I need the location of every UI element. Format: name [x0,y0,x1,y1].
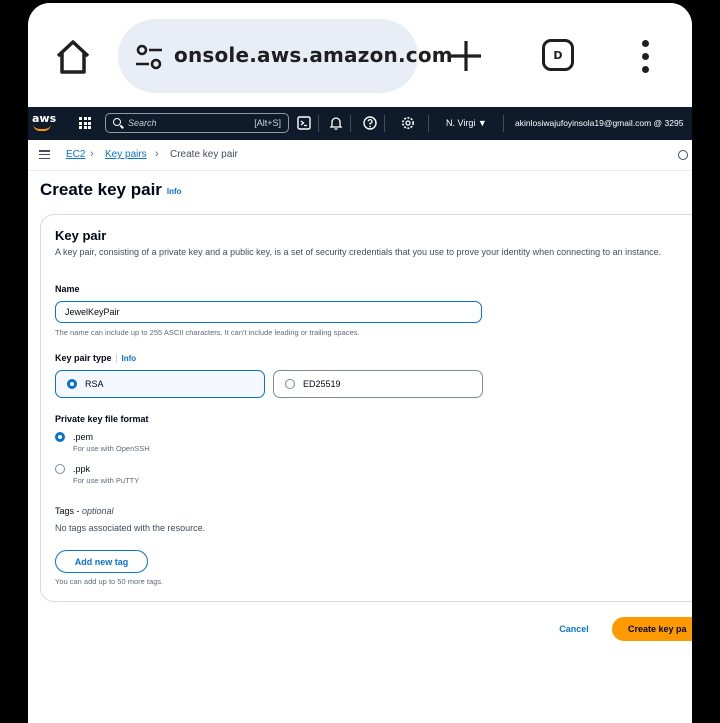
tag-limit-hint: You can add up to 50 more tags. [55,577,164,586]
key-pair-type-label: Key pair type Info [55,353,137,363]
services-grid-icon[interactable] [79,117,91,129]
page-title: Create key pair Info [40,180,182,200]
key-type-rsa-label: RSA [85,379,104,389]
home-icon[interactable] [54,38,92,76]
tags-label-text: Tags - [55,506,83,516]
search-shortcut: [Alt+S] [254,118,281,128]
name-hint: The name can include up to 255 ASCII cha… [55,328,360,337]
cloudshell-icon[interactable] [296,115,312,131]
help-icon[interactable] [362,115,378,131]
key-pair-panel: Key pair A key pair, consisting of a pri… [40,214,692,602]
preferences-icon[interactable] [678,150,688,160]
section-heading: Key pair [55,228,107,243]
chevron-right-icon: › [155,148,159,160]
chevron-right-icon: › [90,148,94,160]
key-pair-name-input[interactable] [55,301,482,323]
format-option-ppk[interactable]: .ppk For use with PuTTY [55,463,139,486]
breadcrumb: EC2 › Key pairs › Create key pair [28,140,692,171]
new-tab-icon[interactable] [448,38,484,74]
tags-label: Tags - optional [55,506,114,516]
aws-search-input[interactable] [128,116,228,130]
breadcrumb-key-pairs[interactable]: Key pairs [105,149,147,160]
tags-optional: optional [82,506,114,516]
section-description: A key pair, consisting of a private key … [55,247,662,257]
format-pem-sub: For use with OpenSSH [73,444,150,453]
cancel-button[interactable]: Cancel [546,618,602,640]
key-pair-type-text: Key pair type [55,353,112,363]
site-settings-icon[interactable] [134,43,164,71]
add-new-tag-button[interactable]: Add new tag [55,550,148,573]
radio-unselected-icon[interactable] [285,379,295,389]
aws-smile-icon [33,124,51,131]
settings-gear-icon[interactable] [400,115,416,131]
create-key-pair-button[interactable]: Create key pa [612,617,692,641]
search-icon [113,118,121,126]
phone-screen: onsole.aws.amazon.com D aws [Alt+S] [28,3,692,723]
format-pem-label: .pem [73,432,94,442]
page-title-text: Create key pair [40,180,162,199]
notifications-bell-icon[interactable] [328,115,344,131]
name-label: Name [55,284,80,294]
more-menu-icon[interactable] [642,40,650,74]
key-type-info-link[interactable]: Info [115,354,137,363]
tab-switcher-icon[interactable]: D [542,39,574,71]
url-text[interactable]: onsole.aws.amazon.com [174,43,453,67]
format-option-pem[interactable]: .pem For use with OpenSSH [55,431,150,454]
radio-selected-icon[interactable] [67,379,77,389]
tags-empty-text: No tags associated with the resource. [55,523,206,533]
account-menu[interactable]: akinlosiwajufoyinsola19@gmail.com @ 3295 [515,118,683,128]
radio-selected-icon[interactable] [55,432,65,442]
page-info-link[interactable]: Info [167,187,182,196]
radio-unselected-icon[interactable] [55,464,65,474]
file-format-label: Private key file format [55,414,149,424]
aws-top-nav: aws [Alt+S] N. [28,107,692,140]
tab-switcher-label: D [553,48,563,62]
browser-toolbar: onsole.aws.amazon.com D [28,3,692,107]
region-selector[interactable]: N. Virgi ▼ [446,118,487,128]
hamburger-menu-icon[interactable] [39,150,50,160]
key-type-rsa-tile[interactable]: RSA [55,370,265,398]
key-type-ed25519-tile[interactable]: ED25519 [273,370,483,398]
format-ppk-label: .ppk [73,464,91,474]
aws-search-box[interactable]: [Alt+S] [105,113,289,133]
breadcrumb-current: Create key pair [170,149,238,160]
format-ppk-sub: For use with PuTTY [73,476,140,485]
address-bar[interactable]: onsole.aws.amazon.com [118,19,453,93]
breadcrumb-ec2[interactable]: EC2 [66,149,85,160]
key-type-ed25519-label: ED25519 [303,379,341,389]
